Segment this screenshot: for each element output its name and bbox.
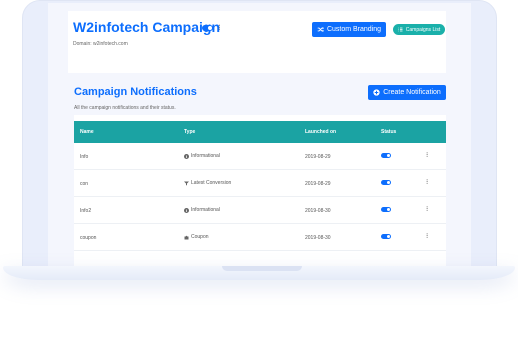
- row-more-icon[interactable]: ⁝: [426, 151, 428, 159]
- row-launched: 2019-08-29: [305, 154, 331, 160]
- campaign-status-toggle[interactable]: [202, 25, 213, 31]
- info-icon: [184, 207, 189, 213]
- column-name: Name: [80, 129, 94, 135]
- campaign-header: W2infotech Campaign ⁝ Domain: w2infotech…: [68, 11, 446, 73]
- custom-branding-label: Custom Branding: [326, 26, 382, 33]
- column-launched: Launched on: [305, 129, 337, 135]
- row-status-toggle[interactable]: [381, 153, 391, 158]
- list-icon: [398, 27, 403, 32]
- row-status: [381, 207, 391, 212]
- notifications-title: Campaign Notifications: [74, 86, 197, 98]
- campaign-domain: Domain: w2infotech.com: [73, 41, 128, 47]
- laptop-base: [3, 266, 515, 280]
- filter-icon: [184, 181, 189, 185]
- campaigns-list-label: Campaigns List: [405, 26, 441, 33]
- row-type: Latest Conversion: [184, 180, 231, 186]
- row-launched: 2019-08-30: [305, 235, 331, 241]
- row-status: [381, 234, 391, 239]
- shuffle-icon: [317, 27, 324, 32]
- row-status-toggle[interactable]: [381, 207, 391, 212]
- custom-branding-button[interactable]: Custom Branding: [312, 22, 386, 37]
- table-row[interactable]: coupon Coupon 2019-08-30 ⁝: [74, 224, 446, 251]
- row-type: Coupon: [184, 234, 209, 240]
- notifications-subtitle: All the campaign notifications and their…: [74, 105, 176, 111]
- row-type: Informational: [184, 153, 220, 159]
- row-status: [381, 153, 391, 158]
- row-name: coupon: [80, 235, 97, 241]
- table-header: Name Type Launched on Status: [74, 121, 446, 143]
- app-screen: W2infotech Campaign ⁝ Domain: w2infotech…: [48, 3, 471, 266]
- row-more-icon[interactable]: ⁝: [426, 232, 428, 240]
- row-type-label: Latest Conversion: [191, 180, 232, 186]
- row-status: [381, 180, 391, 185]
- table-row[interactable]: con Latest Conversion 2019-08-29 ⁝: [74, 170, 446, 197]
- column-type: Type: [184, 129, 196, 135]
- create-notification-button[interactable]: Create Notification: [368, 85, 446, 100]
- row-type-label: Informational: [191, 153, 220, 159]
- row-status-toggle[interactable]: [381, 180, 391, 185]
- row-name: Info: [80, 154, 89, 160]
- table-row[interactable]: Info Informational 2019-08-29 ⁝: [74, 143, 446, 170]
- row-type: Informational: [184, 207, 220, 213]
- row-more-icon[interactable]: ⁝: [426, 205, 428, 213]
- row-type-label: Coupon: [191, 234, 209, 240]
- info-icon: [184, 153, 189, 159]
- notifications-table: Name Type Launched on Status Info Inform…: [74, 115, 446, 266]
- row-name: con: [80, 181, 89, 187]
- row-name: Info2: [80, 208, 92, 214]
- row-launched: 2019-08-30: [305, 208, 331, 214]
- campaigns-list-button[interactable]: Campaigns List: [393, 24, 445, 35]
- row-launched: 2019-08-29: [305, 181, 331, 187]
- campaign-title: W2infotech Campaign: [73, 19, 221, 35]
- plus-circle-icon: [373, 89, 380, 96]
- row-status-toggle[interactable]: [381, 234, 391, 239]
- table-row[interactable]: Info2 Informational 2019-08-30 ⁝: [74, 197, 446, 224]
- create-notification-label: Create Notification: [383, 89, 441, 96]
- puzzle-icon: [184, 235, 189, 239]
- laptop-notch: [222, 266, 302, 271]
- column-status: Status: [381, 129, 397, 135]
- row-type-label: Informational: [191, 207, 220, 213]
- campaign-more-menu-icon[interactable]: ⁝: [218, 23, 221, 32]
- row-more-icon[interactable]: ⁝: [426, 178, 428, 186]
